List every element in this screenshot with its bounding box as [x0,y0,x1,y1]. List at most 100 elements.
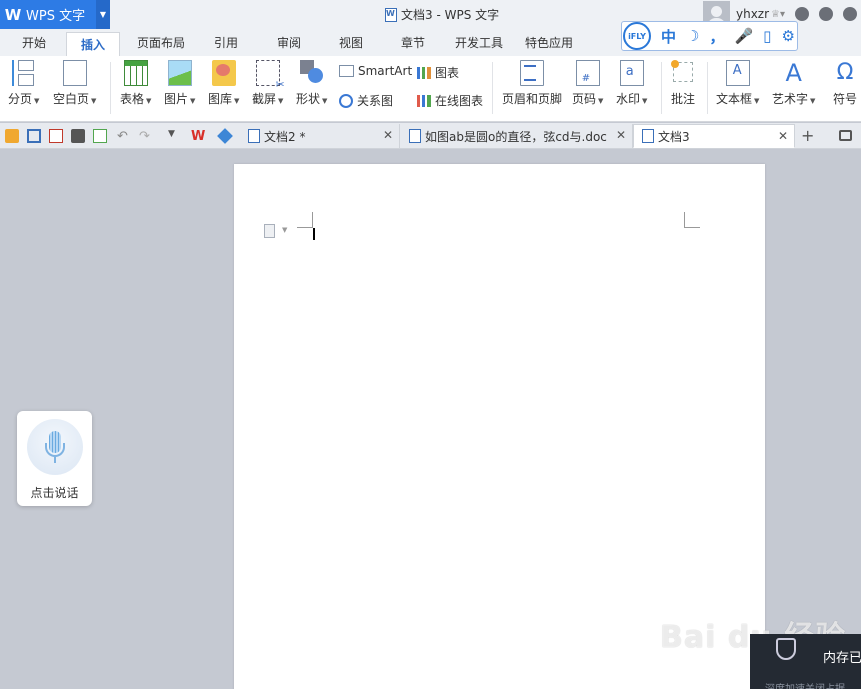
ifly-logo-icon[interactable]: iFLY [623,22,651,50]
popup-subtext: 深度加速关闭占据 [765,680,845,689]
picture-button[interactable]: 图片 ▼ [164,60,195,107]
online-chart-button[interactable]: 在线图表 [417,92,483,109]
header-footer-button[interactable]: 页眉和页脚 [502,60,562,107]
tab-insert[interactable]: 插入 [66,32,121,56]
blank-page-icon [62,60,87,86]
wordart-icon: A [785,59,802,87]
page-break-button[interactable]: 分页 ▼ [8,60,39,107]
username[interactable]: yhxzr [736,7,769,21]
wordart-button[interactable]: A 艺术字 ▼ [772,60,815,107]
print-icon[interactable] [71,129,85,143]
cube-icon[interactable] [217,128,233,144]
tab-references[interactable]: 引用 [214,34,238,51]
textbox-button[interactable]: 文本框▼ [716,60,759,107]
screenshot-button[interactable]: 截屏▼ [252,60,285,107]
skin-icon[interactable] [795,7,810,21]
app-menu-button[interactable]: W WPS 文字 ▼ [0,0,110,29]
ribbon-separator [661,62,662,114]
margin-corner-top-left [297,212,313,228]
export-pdf-icon[interactable] [49,129,63,143]
chart-button[interactable]: 图表 [417,64,459,81]
redo-icon[interactable]: ↷ [139,129,153,144]
window-title: 文档3 - WPS 文字 [385,6,499,23]
microphone-icon[interactable] [26,419,83,475]
tab-features[interactable]: 特色应用 [525,34,573,51]
document-tab-bar: ↶ ↷ ▼ W 文档2 * ✕ 如图ab是圆o的直径，弦cd与.doc ✕ 文档… [0,123,861,149]
relation-chart-button[interactable]: 关系图 [339,92,393,109]
relation-icon [339,93,353,108]
open-folder-icon[interactable] [5,129,19,143]
save-icon[interactable] [27,129,41,143]
ifly-input-bar[interactable]: iFLY 中 ☽ ， 🎤 ▯ ⚙ [621,21,798,51]
page-number-icon [575,60,600,86]
keyboard-icon[interactable]: ▯ [763,27,771,45]
baidu-watermark-url: jingyan.baidu.com [662,648,764,661]
tab-page-layout[interactable]: 页面布局 [137,34,185,51]
chevron-down-icon[interactable]: ▼ [282,226,287,234]
page-break-icon [11,60,36,86]
comment-button[interactable]: 批注 [671,60,695,107]
document-page[interactable]: ▼ [234,164,765,689]
document-canvas: ▼ [0,150,861,689]
online-chart-icon [417,94,431,107]
close-icon[interactable]: ✕ [383,128,393,142]
close-icon[interactable]: ✕ [616,128,626,142]
moon-icon[interactable]: ☽ [686,27,699,45]
paragraph-layout-icon[interactable] [264,224,275,238]
blank-page-button[interactable]: 空白页 ▼ [53,60,96,107]
app-name: WPS 文字 [26,9,86,24]
textbox-icon [725,60,750,86]
comment-icon [671,60,695,86]
gear-icon[interactable]: ⚙ [781,27,794,45]
gallery-button[interactable]: 图库 ▼ [208,60,239,107]
popup-message: 内存已 [823,651,861,666]
microphone-icon[interactable]: 🎤 [734,27,753,45]
header-footer-icon [520,60,544,86]
ribbon-separator [707,62,708,114]
doc-tab-1[interactable]: 文档2 * ✕ [240,124,400,148]
symbol-button[interactable]: Ω 符号 [833,60,857,107]
tab-review[interactable]: 审阅 [277,34,301,51]
punctuation-icon[interactable]: ， [709,26,724,47]
shield-icon [776,638,796,660]
voice-input-label: 点击说话 [30,486,79,500]
memory-notification-popup[interactable]: 内存已 深度加速关闭占据 [750,634,861,689]
settings-icon[interactable] [819,7,834,21]
close-icon[interactable]: ✕ [778,129,788,143]
smartart-button[interactable]: SmartArt [339,64,412,78]
tab-home[interactable]: 开始 [22,34,46,51]
tab-section[interactable]: 章节 [401,34,425,51]
screenshot-icon [255,60,285,91]
display-icon[interactable] [839,130,852,141]
print-preview-icon[interactable] [93,129,107,143]
smartart-icon [339,65,354,77]
voice-input-widget[interactable]: 点击说话 [17,411,92,506]
window-title-text: 文档3 - WPS 文字 [401,8,500,22]
app-menu-dropdown-icon[interactable]: ▼ [96,0,110,29]
table-button[interactable]: 表格 ▼ [120,60,151,107]
chevron-down-icon[interactable]: ▼ [168,129,182,143]
wps-home-icon[interactable]: W [191,129,205,144]
help-icon[interactable] [843,7,858,21]
ribbon-separator [110,62,111,114]
undo-icon[interactable]: ↶ [117,129,131,144]
gallery-icon [211,60,236,86]
page-number-button[interactable]: 页码▼ [572,60,603,107]
table-icon [123,60,148,86]
crown-icon: ♕▾ [771,8,786,20]
shape-icon [299,60,324,86]
new-tab-icon[interactable]: + [801,126,814,145]
picture-icon [167,60,192,86]
doc-tab-2[interactable]: 如图ab是圆o的直径，弦cd与.doc ✕ [401,124,633,148]
tab-view[interactable]: 视图 [339,34,363,51]
ifly-chinese-mode[interactable]: 中 [661,26,676,47]
document-icon [248,129,260,143]
bar-chart-icon [417,66,431,79]
watermark-button[interactable]: 水印▼ [616,60,647,107]
text-cursor [313,228,315,240]
margin-corner-top-right [684,212,700,228]
tab-developer[interactable]: 开发工具 [455,34,503,51]
doc-tab-3[interactable]: 文档3 ✕ [633,124,795,148]
document-icon [409,129,421,143]
shape-button[interactable]: 形状 ▼ [296,60,327,107]
